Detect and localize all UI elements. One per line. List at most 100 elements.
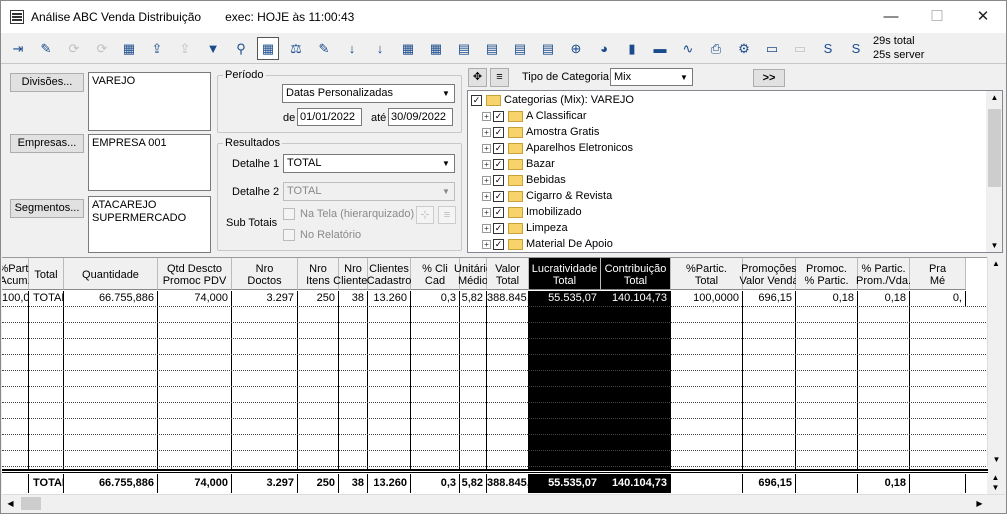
card-icon[interactable]: ▭ (761, 37, 783, 60)
edit-icon[interactable]: ✎ (313, 37, 335, 60)
collapse-icon[interactable]: ≡ (438, 206, 456, 224)
filter-icon[interactable]: ▼ (202, 37, 224, 60)
print-icon[interactable]: ⎙ (705, 37, 727, 60)
na-tela-checkbox[interactable]: Na Tela (hierarquizado) (283, 208, 414, 220)
table-cell[interactable]: 66.755,886 (64, 291, 158, 306)
grid-vscrollbar[interactable]: ▲ ▼ (987, 257, 1004, 467)
expand-plus-icon[interactable]: + (482, 143, 491, 153)
add-col-icon[interactable]: ▦ (397, 37, 419, 60)
refresh-icon[interactable]: ⟳ (63, 37, 85, 60)
stacked-chart-icon[interactable]: ▬ (649, 37, 671, 60)
table-cell[interactable]: 0,18 (858, 291, 910, 306)
checkbox-checked-icon[interactable]: ✓ (493, 190, 504, 202)
expand-plus-icon[interactable]: + (482, 159, 491, 169)
bar-chart-icon[interactable]: ▮ (621, 37, 643, 60)
expand-plus-icon[interactable]: + (482, 127, 491, 137)
table-cell[interactable]: 100,00 (2, 291, 29, 306)
tree-item[interactable]: + ✓ A Classificar (482, 108, 587, 124)
expand-plus-icon[interactable]: + (482, 191, 491, 201)
column-header[interactable]: Nro Doctos (232, 258, 298, 290)
balance-icon[interactable]: ⚖ (285, 37, 307, 60)
table4-icon[interactable]: ▤ (537, 37, 559, 60)
table-cell[interactable]: 0,18 (796, 291, 858, 306)
expand-plus-icon[interactable]: + (482, 175, 491, 185)
expand-panel-button[interactable]: >> (753, 69, 785, 87)
checkbox-checked-icon[interactable]: ✓ (471, 94, 482, 106)
expand-plus-icon[interactable]: + (482, 111, 491, 121)
zoom-icon[interactable]: ⊕ (565, 37, 587, 60)
detalhe2-select[interactable]: TOTAL ▼ (283, 182, 455, 201)
checkbox-checked-icon[interactable]: ✓ (493, 110, 504, 122)
tree-root[interactable]: ✓ Categorias (Mix): VAREJO (471, 92, 634, 108)
divisoes-button[interactable]: Divisões... (10, 73, 84, 92)
scroll-right-icon[interactable]: ▶ (971, 495, 988, 512)
table2-icon[interactable]: ▤ (481, 37, 503, 60)
table-cell[interactable]: 13.260 (368, 291, 411, 306)
tree-scrollbar[interactable]: ▲ ▼ (986, 91, 1002, 252)
column-header[interactable]: Promoc. % Partic. (796, 258, 858, 290)
column-header[interactable]: % Cli Cad (411, 258, 460, 290)
expand-plus-icon[interactable]: + (482, 207, 491, 217)
tree-expand-icon[interactable]: ✥ (468, 68, 487, 87)
grid-select-icon[interactable]: ▦ (257, 37, 279, 60)
table3-icon[interactable]: ▤ (509, 37, 531, 60)
column-header[interactable]: % Partic. Prom./Vda. (856, 258, 911, 290)
column-header[interactable]: Contribuição Total (601, 258, 671, 290)
checkbox-checked-icon[interactable]: ✓ (493, 142, 504, 154)
expand-icon[interactable]: ⊹ (416, 206, 434, 224)
tree-collapse-icon[interactable]: ≡ (490, 68, 509, 87)
column-header[interactable]: Clientes Cadastro (367, 258, 411, 290)
pie-chart-icon[interactable]: ◕ (593, 37, 615, 60)
checkbox-checked-icon[interactable]: ✓ (493, 206, 504, 218)
checkbox-checked-icon[interactable]: ✓ (493, 158, 504, 170)
sql-icon[interactable]: S (817, 37, 839, 60)
refresh2-icon[interactable]: ⟳ (91, 37, 113, 60)
tree-item[interactable]: + ✓ Material De Apoio (482, 236, 613, 252)
checkbox-checked-icon[interactable]: ✓ (493, 126, 504, 138)
table-cell[interactable]: 0, (910, 291, 966, 306)
table-cell[interactable]: 0,3 (411, 291, 460, 306)
column-header[interactable]: %Partic. Total (671, 258, 743, 290)
no-relatorio-checkbox[interactable]: No Relatório (283, 229, 361, 241)
sql2-icon[interactable]: S (845, 37, 867, 60)
export2-icon[interactable]: ⇪ (174, 37, 196, 60)
table-cell[interactable]: 140.104,73 (601, 291, 671, 306)
table-cell[interactable]: 696,15 (743, 291, 796, 306)
scroll-down-icon[interactable]: ▼ (988, 453, 1005, 467)
export-icon[interactable]: ⇪ (146, 37, 168, 60)
table-cell[interactable]: 55.535,07 (529, 291, 601, 306)
scroll-up-icon[interactable]: ▲ (986, 91, 1002, 105)
date-from-input[interactable]: 01/01/2022 (297, 108, 362, 126)
checkbox-checked-icon[interactable]: ✓ (493, 222, 504, 234)
minimize-button[interactable]: — (868, 1, 914, 31)
column-header[interactable]: Qtd Descto Promoc PDV (158, 258, 232, 290)
totals-spin-icon[interactable]: ▲ ▼ (987, 473, 1004, 495)
hscroll-thumb[interactable] (21, 497, 41, 510)
column-header[interactable]: Total (29, 258, 64, 290)
sort-desc-icon[interactable]: ↓ (369, 37, 391, 60)
segmentos-button[interactable]: Segmentos... (10, 199, 84, 218)
table-cell[interactable]: 250 (298, 291, 339, 306)
column-header[interactable]: %Part. Acum. (2, 258, 32, 290)
tree-item[interactable]: + ✓ Bazar (482, 156, 555, 172)
columns-icon[interactable]: ▦ (118, 37, 140, 60)
empresas-list[interactable]: EMPRESA 001 (88, 134, 211, 191)
segmentos-list[interactable]: ATACAREJO SUPERMERCADO (88, 196, 211, 253)
table-cell[interactable]: TOTAL (29, 291, 64, 306)
table-icon[interactable]: ▤ (453, 37, 475, 60)
tree-item[interactable]: + ✓ Bebidas (482, 172, 566, 188)
table-cell[interactable]: 38 (339, 291, 368, 306)
tree-item[interactable]: + ✓ Limpeza (482, 220, 568, 236)
column-header[interactable]: Lucratividade Total (529, 258, 601, 290)
card2-icon[interactable]: ▭ (789, 37, 811, 60)
sort-asc-icon[interactable]: ↓ (341, 37, 363, 60)
periodo-select[interactable]: Datas Personalizadas ▼ (282, 84, 455, 103)
scroll-up-icon[interactable]: ▲ (988, 257, 1004, 271)
column-header[interactable]: Pra Mé (910, 258, 966, 290)
expand-plus-icon[interactable]: + (482, 223, 491, 233)
tree-item[interactable]: + ✓ Imobilizado (482, 204, 582, 220)
column-header[interactable]: Promoções Valor Venda (739, 258, 799, 290)
table-cell[interactable]: 5,82 (460, 291, 487, 306)
table-cell[interactable]: 100,0000 (671, 291, 743, 306)
line-chart-icon[interactable]: ∿ (677, 37, 699, 60)
